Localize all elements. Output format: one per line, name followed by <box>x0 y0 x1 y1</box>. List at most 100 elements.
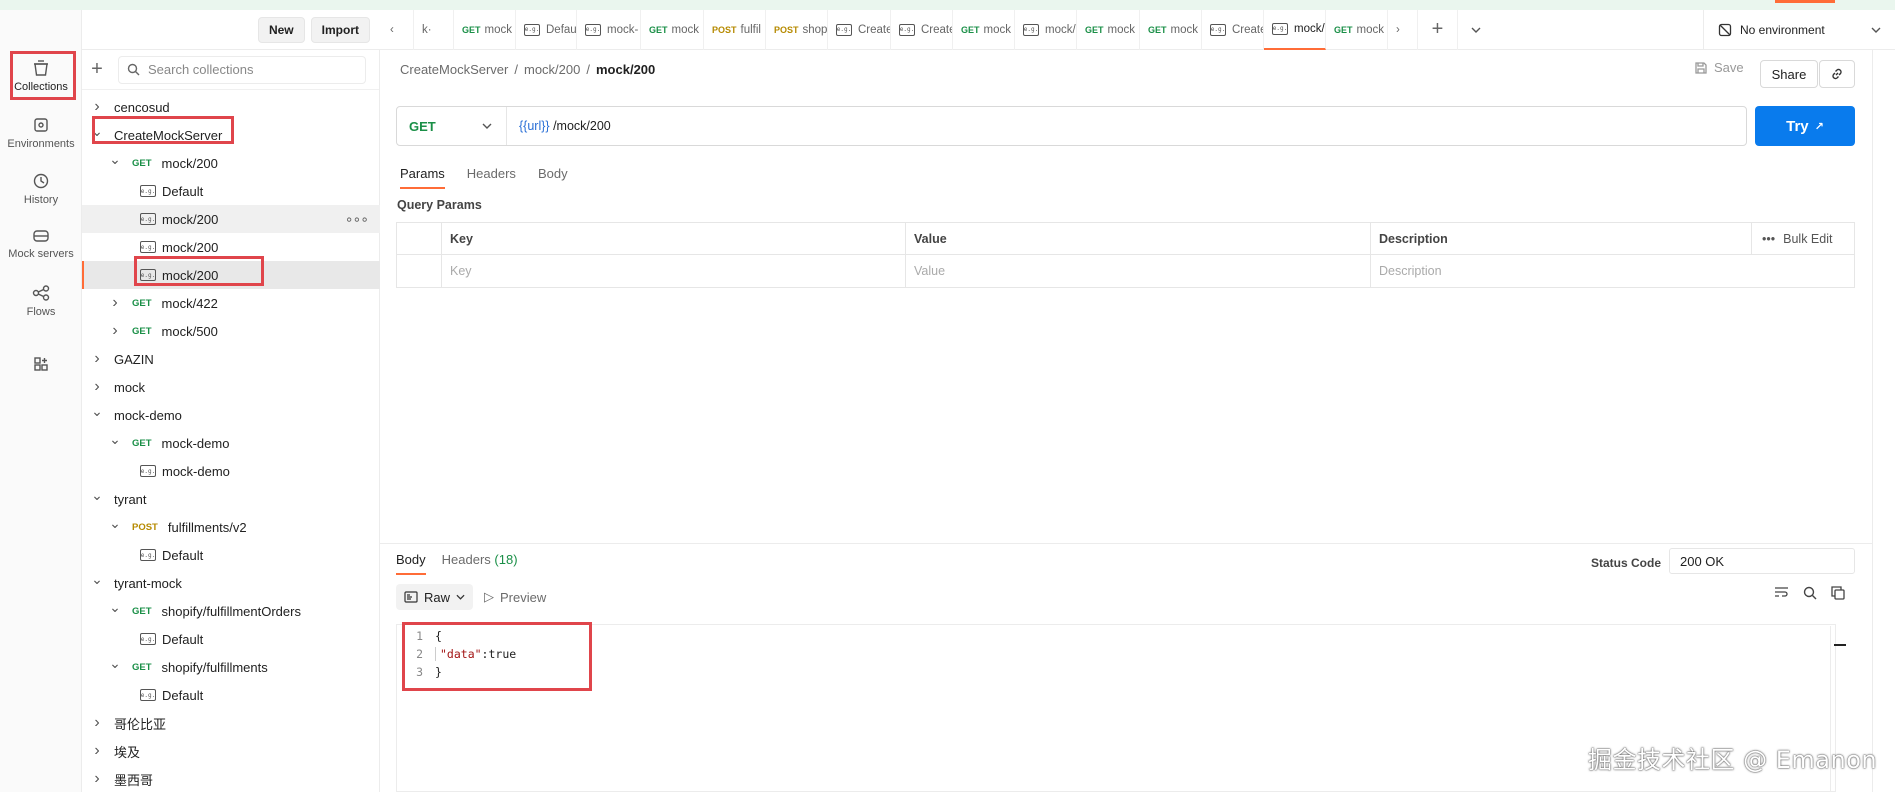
chevron-right-icon[interactable]: › <box>90 742 104 760</box>
nav-configure[interactable] <box>0 356 82 372</box>
chevron-right-icon[interactable]: › <box>108 294 122 312</box>
environment-select[interactable]: No environment <box>1703 10 1895 50</box>
nav-environments[interactable]: Environments <box>0 117 82 150</box>
request-tab[interactable]: e.g. Create <box>828 9 891 50</box>
value-input[interactable]: Value <box>906 255 1371 287</box>
chevron-down-icon[interactable]: ⌄ <box>108 151 122 168</box>
request-tab[interactable]: e.g. Create <box>891 9 953 50</box>
copy-icon[interactable] <box>1831 586 1845 600</box>
chevron-down-icon[interactable]: ⌄ <box>90 403 104 420</box>
request-item[interactable]: ⌄ GET shopify/fulfillments <box>82 653 380 681</box>
preview-button[interactable]: ▷ Preview <box>484 584 546 610</box>
collection-item[interactable]: ⌄ mock-demo <box>82 401 380 429</box>
nav-mock-servers[interactable]: Mock servers <box>0 229 82 260</box>
chevron-right-icon[interactable]: › <box>108 322 122 340</box>
tab-response-body[interactable]: Body <box>396 552 426 575</box>
request-tab[interactable]: e.g. Defau <box>516 9 577 50</box>
pane-divider[interactable] <box>380 543 1872 544</box>
save-button[interactable]: Save <box>1694 60 1744 75</box>
wrap-lines-icon[interactable] <box>1774 586 1789 599</box>
search-input[interactable]: Search collections <box>118 55 366 84</box>
description-input[interactable]: Description <box>1371 255 1854 287</box>
chevron-down-icon[interactable]: ⌄ <box>108 431 122 448</box>
nav-flows[interactable]: Flows <box>0 285 82 318</box>
request-tab[interactable]: GET mock <box>1140 9 1202 50</box>
request-tab[interactable]: GET mock <box>953 9 1015 50</box>
request-tab[interactable]: GET mock <box>1326 9 1388 50</box>
share-button[interactable]: Share <box>1760 60 1818 88</box>
example-item[interactable]: e.g. mock/200 <box>82 233 380 261</box>
format-select[interactable]: Raw <box>396 584 474 610</box>
request-tab[interactable]: e.g. mock/ <box>1264 9 1326 50</box>
method-badge: GET <box>132 325 152 337</box>
nav-history[interactable]: History <box>0 173 82 206</box>
chevron-down-icon[interactable]: ⌄ <box>108 515 122 532</box>
import-button[interactable]: Import <box>310 16 370 43</box>
chevron-down-icon[interactable]: ⌄ <box>90 487 104 504</box>
search-icon[interactable] <box>1803 586 1817 600</box>
add-collection-button[interactable]: + <box>82 58 112 81</box>
tabs-scroll-left[interactable]: ‹ <box>380 9 414 50</box>
chevron-down-icon[interactable]: ⌄ <box>108 599 122 616</box>
breadcrumb-collection[interactable]: CreateMockServer <box>400 62 508 77</box>
tabs-overflow-menu[interactable] <box>1458 10 1494 50</box>
tab-params[interactable]: Params <box>400 166 445 189</box>
nav-collections[interactable]: Collections <box>0 60 82 93</box>
url-input[interactable]: {{url}} /mock/200 <box>507 119 611 133</box>
request-item[interactable]: ⌄ GET mock/200 <box>82 149 380 177</box>
example-item[interactable]: e.g. Default <box>82 681 380 709</box>
request-item[interactable]: › GET mock/500 <box>82 317 380 345</box>
request-tab[interactable]: GET mock <box>641 9 704 50</box>
example-item[interactable]: e.g. mock/200 ∘∘∘ <box>82 205 380 233</box>
collection-item[interactable]: › 埃及 <box>82 737 380 765</box>
try-button[interactable]: Try ↗ <box>1755 106 1855 146</box>
request-item[interactable]: ⌄ GET mock-demo <box>82 429 380 457</box>
collection-item[interactable]: ⌄ tyrant <box>82 485 380 513</box>
request-tab[interactable]: k· <box>414 9 454 50</box>
bulk-edit-button[interactable]: ••• Bulk Edit <box>1752 223 1854 254</box>
example-item[interactable]: e.g. mock/200 <box>82 261 380 289</box>
new-button[interactable]: New <box>257 16 305 43</box>
tab-headers[interactable]: Headers <box>467 166 516 189</box>
tab-body[interactable]: Body <box>538 166 568 189</box>
example-item[interactable]: e.g. mock-demo <box>82 457 380 485</box>
collection-item[interactable]: › 墨西哥 <box>82 765 380 793</box>
new-tab-button[interactable]: + <box>1418 9 1458 50</box>
request-tab[interactable]: GET mock <box>1077 9 1140 50</box>
tab-response-headers[interactable]: Headers (18) <box>442 552 518 575</box>
collection-item[interactable]: › mock <box>82 373 380 401</box>
request-item[interactable]: ⌄ POST fulfillments/v2 <box>82 513 380 541</box>
chevron-right-icon[interactable]: › <box>90 770 104 788</box>
chevron-down-icon[interactable]: ⌄ <box>108 655 122 672</box>
chevron-down-icon[interactable]: ⌄ <box>90 123 104 140</box>
more-options-icon[interactable]: ∘∘∘ <box>345 211 369 228</box>
request-tab[interactable]: e.g. Create <box>1202 9 1264 50</box>
method-select[interactable]: GET <box>397 107 507 145</box>
copy-link-button[interactable] <box>1819 60 1855 88</box>
chevron-right-icon[interactable]: › <box>90 714 104 732</box>
collection-item[interactable]: ⌄ tyrant-mock <box>82 569 380 597</box>
request-item[interactable]: ⌄ GET shopify/fulfillmentOrders <box>82 597 380 625</box>
chevron-right-icon[interactable]: › <box>90 98 104 116</box>
environments-icon <box>34 118 48 132</box>
collection-item[interactable]: ⌄ CreateMockServer <box>82 121 380 149</box>
example-item[interactable]: e.g. Default <box>82 625 380 653</box>
request-tab[interactable]: POST shop <box>766 9 828 50</box>
example-item[interactable]: e.g. Default <box>82 177 380 205</box>
request-tab[interactable]: e.g. mock- <box>577 9 641 50</box>
collection-item[interactable]: › cencosud <box>82 93 380 121</box>
chevron-down-icon[interactable]: ⌄ <box>90 571 104 588</box>
collection-item[interactable]: › GAZIN <box>82 345 380 373</box>
status-code-input[interactable]: 200 OK <box>1669 548 1855 574</box>
request-item[interactable]: › GET mock/422 <box>82 289 380 317</box>
example-item[interactable]: e.g. Default <box>82 541 380 569</box>
request-tab[interactable]: POST fulfil <box>704 9 766 50</box>
key-input[interactable]: Key <box>442 255 906 287</box>
chevron-right-icon[interactable]: › <box>90 350 104 368</box>
tabs-scroll-right[interactable]: › <box>1388 9 1418 50</box>
request-tab[interactable]: GET mock <box>454 9 516 50</box>
collection-item[interactable]: › 哥伦比亚 <box>82 709 380 737</box>
request-tab[interactable]: e.g. mock/ <box>1015 9 1077 50</box>
chevron-right-icon[interactable]: › <box>90 378 104 396</box>
breadcrumb-request[interactable]: mock/200 <box>524 62 580 77</box>
